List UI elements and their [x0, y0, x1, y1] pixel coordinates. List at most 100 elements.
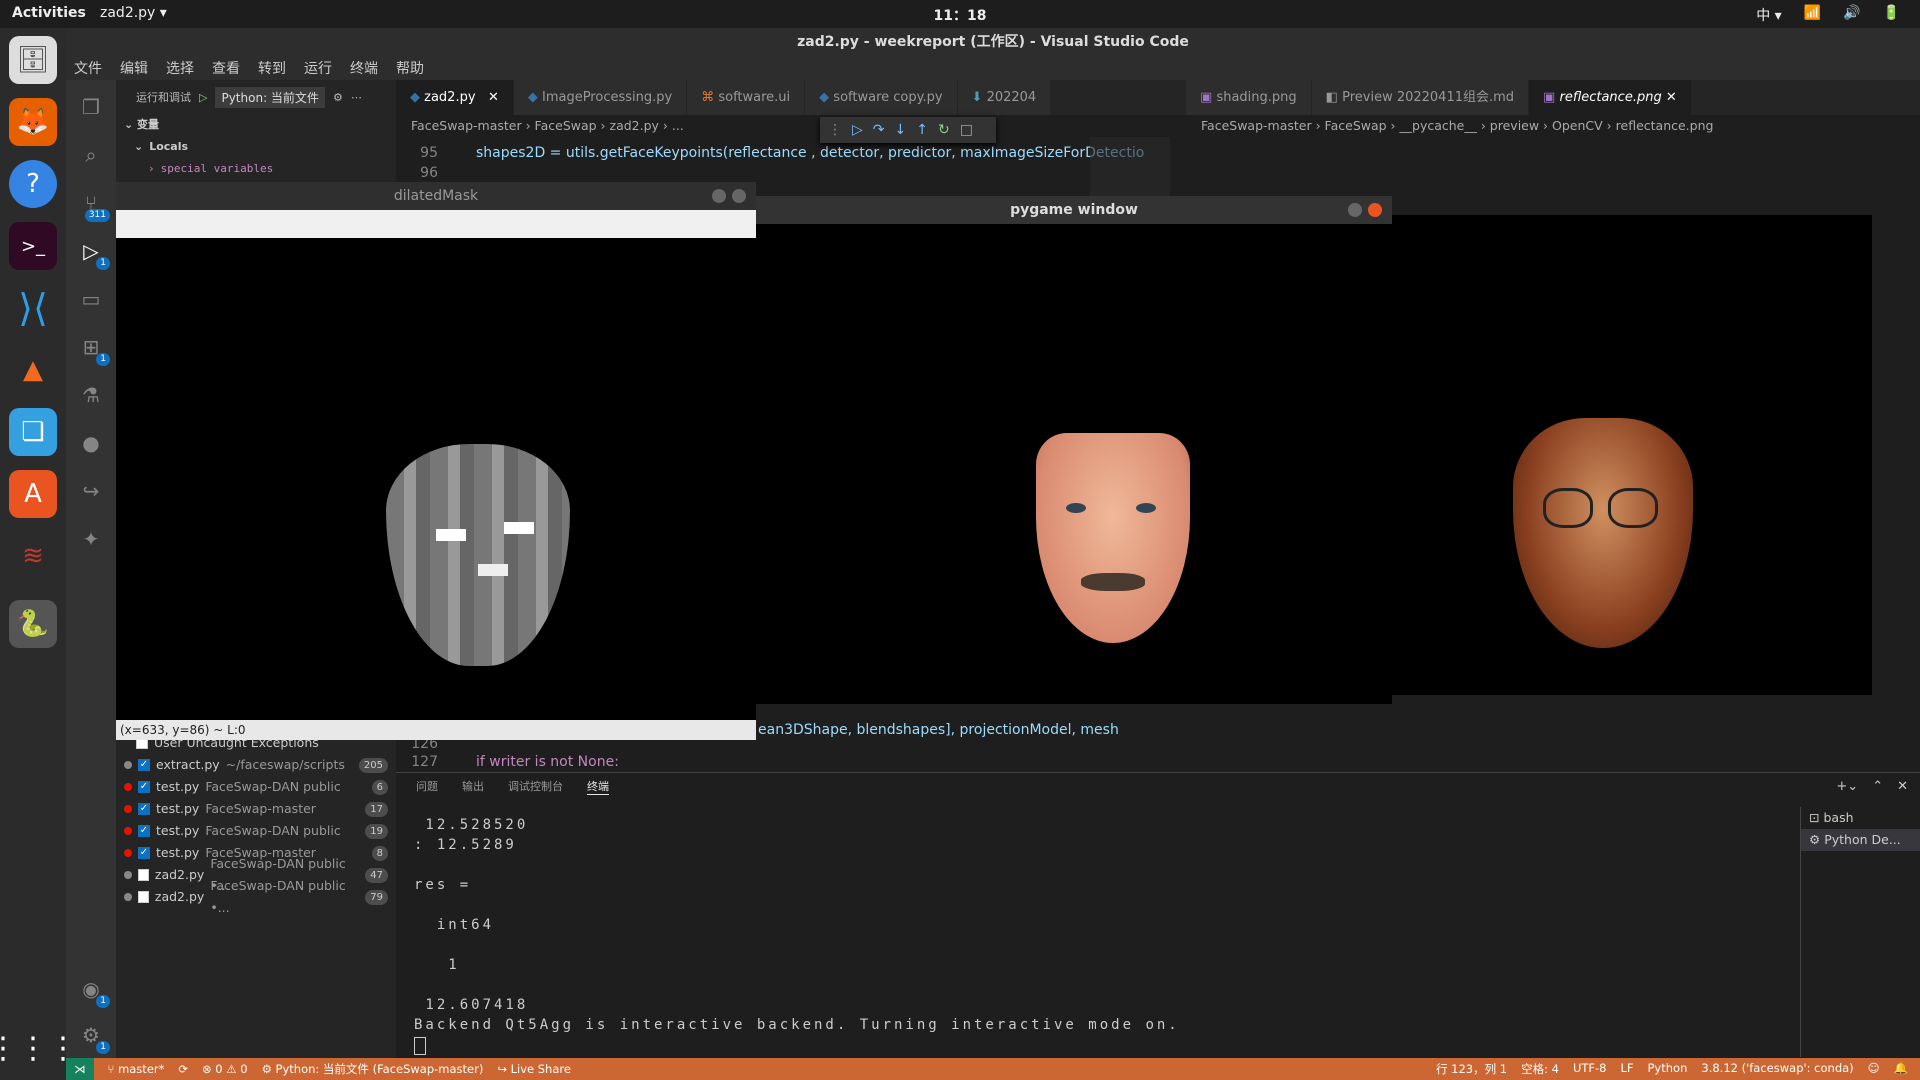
tab-preview[interactable]: ◧ Preview 20220411组会.md	[1311, 80, 1530, 115]
input-method-icon[interactable]: 中 ▾	[1756, 5, 1781, 25]
python-icon[interactable]: ✦	[78, 526, 104, 552]
minimize-button[interactable]	[1348, 203, 1362, 217]
menu-help[interactable]: 帮助	[396, 58, 424, 78]
eol[interactable]: LF	[1620, 1061, 1633, 1077]
close-icon[interactable]: ✕	[1666, 90, 1677, 105]
pygame-icon[interactable]: 🐍	[9, 600, 57, 648]
breakpoint-checkbox[interactable]	[137, 869, 149, 881]
menu-view[interactable]: 查看	[212, 58, 240, 78]
tab-terminal[interactable]: 终端	[587, 778, 609, 795]
encoding[interactable]: UTF-8	[1573, 1061, 1607, 1077]
terminal-output[interactable]: 12.528520 : 12.5289 res = int64 1 12.607…	[414, 815, 1180, 1035]
tab-software-ui[interactable]: ⌘ software.ui	[687, 80, 806, 115]
feedback-icon[interactable]: ☺	[1868, 1061, 1880, 1077]
search-icon[interactable]: ⌕	[78, 142, 104, 168]
sync-icon[interactable]: ⟳	[178, 1062, 188, 1076]
app-icon[interactable]: ≋	[9, 532, 57, 580]
restart-icon[interactable]: ↻	[938, 122, 950, 138]
maximize-panel-icon[interactable]: ⌃	[1872, 779, 1883, 794]
software-center-icon[interactable]: A	[9, 470, 57, 518]
breadcrumb[interactable]: FaceSwap-master › FaceSwap › __pycache__…	[1186, 115, 1920, 137]
breadcrumb[interactable]: FaceSwap-master › FaceSwap › zad2.py › .…	[396, 115, 1186, 137]
minimize-button[interactable]	[712, 189, 726, 203]
live-share-indicator[interactable]: ↪ Live Share	[497, 1062, 571, 1076]
qq-icon[interactable]: ❏	[9, 408, 57, 456]
live-share-icon[interactable]: ↪	[78, 478, 104, 504]
step-into-icon[interactable]: ↓	[895, 122, 907, 138]
close-icon[interactable]: ✕	[488, 90, 499, 105]
breakpoint-checkbox[interactable]: ✓	[138, 781, 150, 793]
tab-imageprocessing[interactable]: ◆ ImageProcessing.py	[513, 80, 688, 115]
testing-icon[interactable]: ⚗	[78, 382, 104, 408]
menu-terminal[interactable]: 终端	[350, 58, 378, 78]
remote-explorer-icon[interactable]: ▭	[78, 286, 104, 312]
tab-problems[interactable]: 问题	[416, 778, 438, 794]
problems-indicator[interactable]: ⊗ 0 ⚠ 0	[202, 1062, 248, 1076]
accounts-icon[interactable]: ◉ 1	[78, 976, 110, 1008]
breakpoint-item[interactable]: ✓ test.py FaceSwap-DAN public 19	[116, 820, 396, 842]
breakpoint-item[interactable]: ✓ test.py FaceSwap-DAN public 6	[116, 776, 396, 798]
vscode-icon[interactable]: ⟩⟨	[9, 284, 57, 332]
tab-zad2[interactable]: ◆ zad2.py ✕	[396, 80, 514, 115]
breakpoint-checkbox[interactable]: ✓	[138, 847, 150, 859]
breakpoint-checkbox[interactable]: ✓	[138, 803, 150, 815]
pygame-title[interactable]: pygame window	[756, 196, 1392, 224]
step-out-icon[interactable]: ↑	[916, 122, 928, 138]
remote-icon[interactable]: ⋊	[66, 1058, 94, 1080]
menu-edit[interactable]: 编辑	[120, 58, 148, 78]
files-icon[interactable]: 🗄	[9, 36, 57, 84]
breakpoint-item[interactable]: ✓ extract.py ~/faceswap/scripts 205	[116, 754, 396, 776]
breakpoint-checkbox[interactable]: ✓	[138, 759, 150, 771]
show-apps-icon[interactable]: ⋮⋮⋮	[0, 1024, 78, 1072]
terminal-python-debug[interactable]: ⚙ Python De...	[1801, 829, 1920, 851]
close-button[interactable]	[1368, 203, 1382, 217]
breakpoint-checkbox[interactable]	[137, 891, 149, 903]
breakpoint-item[interactable]: zad2.py FaceSwap-DAN public •... 79	[116, 878, 396, 915]
drag-handle[interactable]: ⋮	[828, 122, 842, 138]
locals-scope[interactable]: ⌄ Locals	[116, 136, 396, 158]
menu-file[interactable]: 文件	[74, 58, 102, 78]
tab-output[interactable]: 输出	[462, 778, 484, 794]
new-terminal-icon[interactable]: +⌄	[1836, 779, 1858, 794]
extensions-icon[interactable]: ⊞ 1	[78, 334, 110, 366]
notifications-icon[interactable]: 🔔	[1894, 1061, 1908, 1077]
step-over-icon[interactable]: ↷	[873, 122, 885, 138]
special-variables[interactable]: › special variables	[116, 158, 396, 180]
language-mode[interactable]: Python	[1648, 1061, 1688, 1077]
launch-config-select[interactable]: Python: 当前文件	[215, 86, 325, 108]
minimap[interactable]	[1090, 137, 1170, 197]
python-interpreter[interactable]: 3.8.12 ('faceswap': conda)	[1701, 1061, 1853, 1077]
menu-selection[interactable]: 选择	[166, 58, 194, 78]
stop-icon[interactable]: □	[960, 122, 973, 138]
continue-icon[interactable]: ▷	[852, 122, 863, 138]
clock[interactable]: 11：18	[0, 5, 1920, 25]
tab-202204[interactable]: ⬇ 202204	[957, 80, 1052, 115]
tab-shading[interactable]: ▣ shading.png	[1186, 80, 1312, 115]
terminal-bash[interactable]: ⊡ bash	[1801, 807, 1920, 829]
explorer-icon[interactable]: ❐	[78, 94, 104, 120]
breakpoint-item[interactable]: ✓ test.py FaceSwap-master 17	[116, 798, 396, 820]
run-debug-icon[interactable]: ▷ 1	[78, 238, 110, 270]
menu-go[interactable]: 转到	[258, 58, 286, 78]
branch-indicator[interactable]: ⑂ master*	[108, 1062, 165, 1076]
debug-config-indicator[interactable]: ⚙ Python: 当前文件 (FaceSwap-master)	[262, 1061, 484, 1077]
settings-icon[interactable]: ⚙	[333, 91, 343, 104]
github-icon[interactable]: ●	[78, 430, 104, 456]
start-debug-icon[interactable]: ▷	[199, 91, 207, 104]
close-panel-icon[interactable]: ✕	[1897, 779, 1908, 794]
tab-debug-console[interactable]: 调试控制台	[508, 778, 563, 794]
tab-reflectance[interactable]: ▣ reflectance.png ✕	[1529, 80, 1692, 115]
help-icon[interactable]: ?	[9, 160, 57, 208]
system-tray[interactable]: 中 ▾ 📶 🔊 🔋	[1756, 5, 1900, 25]
terminal-icon[interactable]: >_	[9, 222, 57, 270]
settings-gear-icon[interactable]: ⚙ 1	[78, 1022, 110, 1054]
menu-run[interactable]: 运行	[304, 58, 332, 78]
firefox-icon[interactable]: 🦊	[9, 98, 57, 146]
breakpoint-checkbox[interactable]: ✓	[138, 825, 150, 837]
more-icon[interactable]: ⋯	[351, 91, 362, 104]
tab-software-copy[interactable]: ◆ software copy.py	[805, 80, 958, 115]
matlab-icon[interactable]: ▲	[9, 346, 57, 394]
indentation[interactable]: 空格: 4	[1521, 1061, 1559, 1077]
dilated-title[interactable]: dilatedMask	[116, 182, 756, 210]
cursor-position[interactable]: 行 123，列 1	[1436, 1061, 1507, 1077]
